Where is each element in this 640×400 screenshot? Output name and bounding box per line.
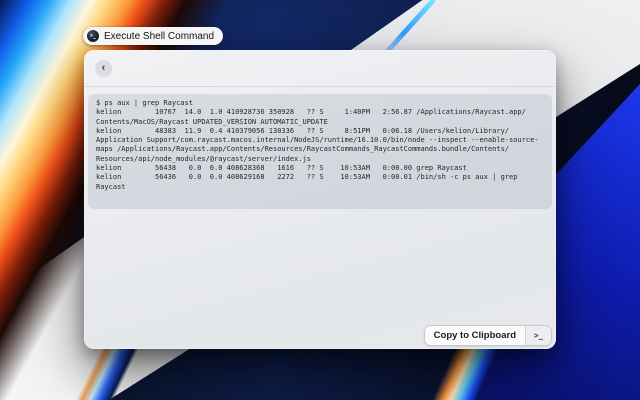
terminal-line: kelion 48383 11.9 0.4 410379056 130336 ?…: [96, 127, 544, 136]
terminal-line: kelion 56436 0.0 0.0 408629168 2272 ?? S…: [96, 173, 544, 182]
back-button[interactable]: ‹: [95, 60, 112, 77]
shell-output-window: ‹ $ ps aux | grep Raycastkelion 10767 14…: [84, 50, 556, 349]
terminal-line: Contents/MacOS/Raycast UPDATED_VERSION A…: [96, 118, 544, 127]
copy-button-label: Copy to Clipboard: [425, 326, 525, 345]
back-chevron-icon: ‹: [102, 62, 106, 74]
terminal-line: Application Support/com.raycast.macos.in…: [96, 136, 544, 145]
terminal-line: $ ps aux | grep Raycast: [96, 99, 544, 108]
command-title-label: Execute Shell Command: [104, 31, 214, 42]
desktop-screen: >_ Execute Shell Command ‹ $ ps aux | gr…: [0, 0, 640, 400]
terminal-line: maps /Applications/Raycast.app/Contents/…: [96, 145, 544, 154]
terminal-shortcut-icon: >_: [525, 326, 551, 345]
command-title-pill: >_ Execute Shell Command: [83, 27, 223, 45]
terminal-output-panel: $ ps aux | grep Raycastkelion 10767 14.0…: [88, 94, 552, 209]
terminal-line: Resources/api/node_modules/@raycast/serv…: [96, 155, 544, 164]
copy-to-clipboard-button[interactable]: Copy to Clipboard >_: [424, 325, 552, 346]
terminal-line: kelion 56438 0.0 0.0 408628368 1616 ?? S…: [96, 164, 544, 173]
terminal-line: Raycast: [96, 183, 544, 192]
terminal-line: kelion 10767 14.0 1.0 410928736 350928 ?…: [96, 108, 544, 117]
window-header: ‹: [84, 50, 556, 87]
shell-command-icon: >_: [87, 30, 99, 42]
